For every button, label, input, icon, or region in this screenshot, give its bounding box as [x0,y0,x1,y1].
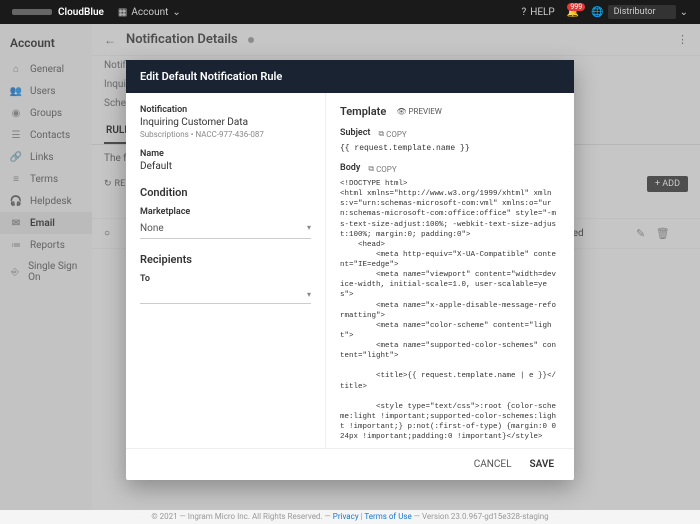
subject-label: Subject [340,128,370,138]
notifications-bell[interactable]: 🔔 999 [567,7,579,18]
notifications-badge: 999 [567,3,585,11]
help-link[interactable]: ? HELP [521,7,554,18]
preview-button[interactable]: 👁PREVIEW [396,107,442,116]
marketplace-value: None [140,223,164,234]
chevron-down-icon: ⌄ [172,7,180,18]
recipients-title: Recipients [140,253,311,266]
preview-label: PREVIEW [408,107,441,116]
to-select[interactable]: ▾ [140,286,311,304]
chevron-down-icon: ▾ [307,290,311,299]
help-icon: ? [521,7,526,18]
footer-version: — Version 23.0.967-gd15e328-staging [414,512,549,521]
modal-right-panel: Template 👁PREVIEW Subject ⧉COPY {{ reque… [326,93,574,448]
footer: © 2021 — Ingram Micro Inc. All Rights Re… [0,510,700,524]
notification-value: Inquiring Customer Data [140,117,311,128]
modal: Edit Default Notification Rule Notificat… [126,60,574,480]
marketplace-select[interactable]: None ▾ [140,219,311,239]
condition-title: Condition [140,186,311,199]
locale-menu[interactable]: 🌐 Distributor ⌄ [591,5,688,19]
body-code[interactable]: <!DOCTYPE html> <html xmlns="http://www.… [340,179,560,448]
copy-label: COPY [376,165,397,174]
template-title: Template [340,105,386,118]
copy-label: COPY [386,130,407,139]
modal-title: Edit Default Notification Rule [126,60,574,93]
modal-overlay: Edit Default Notification Rule Notificat… [0,24,700,510]
save-button[interactable]: SAVE [529,459,554,470]
copy-body-button[interactable]: ⧉COPY [368,164,396,174]
to-label: To [140,274,311,284]
name-label: Name [140,149,311,159]
copy-icon: ⧉ [368,164,374,174]
body-label: Body [340,163,360,173]
notification-label: Notification [140,105,311,115]
copy-subject-button[interactable]: ⧉COPY [378,129,406,139]
cancel-button[interactable]: CANCEL [474,459,512,470]
modal-footer: CANCEL SAVE [126,448,574,480]
footer-privacy-link[interactable]: Privacy [333,512,359,521]
brand-logo-rect [12,9,52,15]
grid-icon: ▦ [118,7,127,18]
brand-text: CloudBlue [58,7,104,18]
account-menu[interactable]: ▦ Account ⌄ [118,7,181,18]
subject-value[interactable]: {{ request.template.name }} [340,144,560,153]
topbar: CloudBlue ▦ Account ⌄ ? HELP 🔔 999 🌐 Dis… [0,0,700,24]
notification-sub: Subscriptions • NACC-977-436-087 [140,130,311,139]
chevron-down-icon: ▾ [307,223,311,234]
footer-copyright: © 2021 — Ingram Micro Inc. All Rights Re… [151,512,330,521]
account-menu-label: Account [131,7,168,18]
footer-terms-link[interactable]: Terms of Use [364,512,411,521]
copy-icon: ⧉ [378,129,384,139]
globe-icon: 🌐 [591,7,603,18]
eye-icon: 👁 [396,107,406,116]
modal-left-panel: Notification Inquiring Customer Data Sub… [126,93,326,448]
role-label: Distributor [608,5,676,19]
help-label: HELP [530,7,555,18]
name-value: Default [140,161,311,172]
chevron-down-icon: ⌄ [680,7,688,18]
marketplace-label: Marketplace [140,207,311,217]
